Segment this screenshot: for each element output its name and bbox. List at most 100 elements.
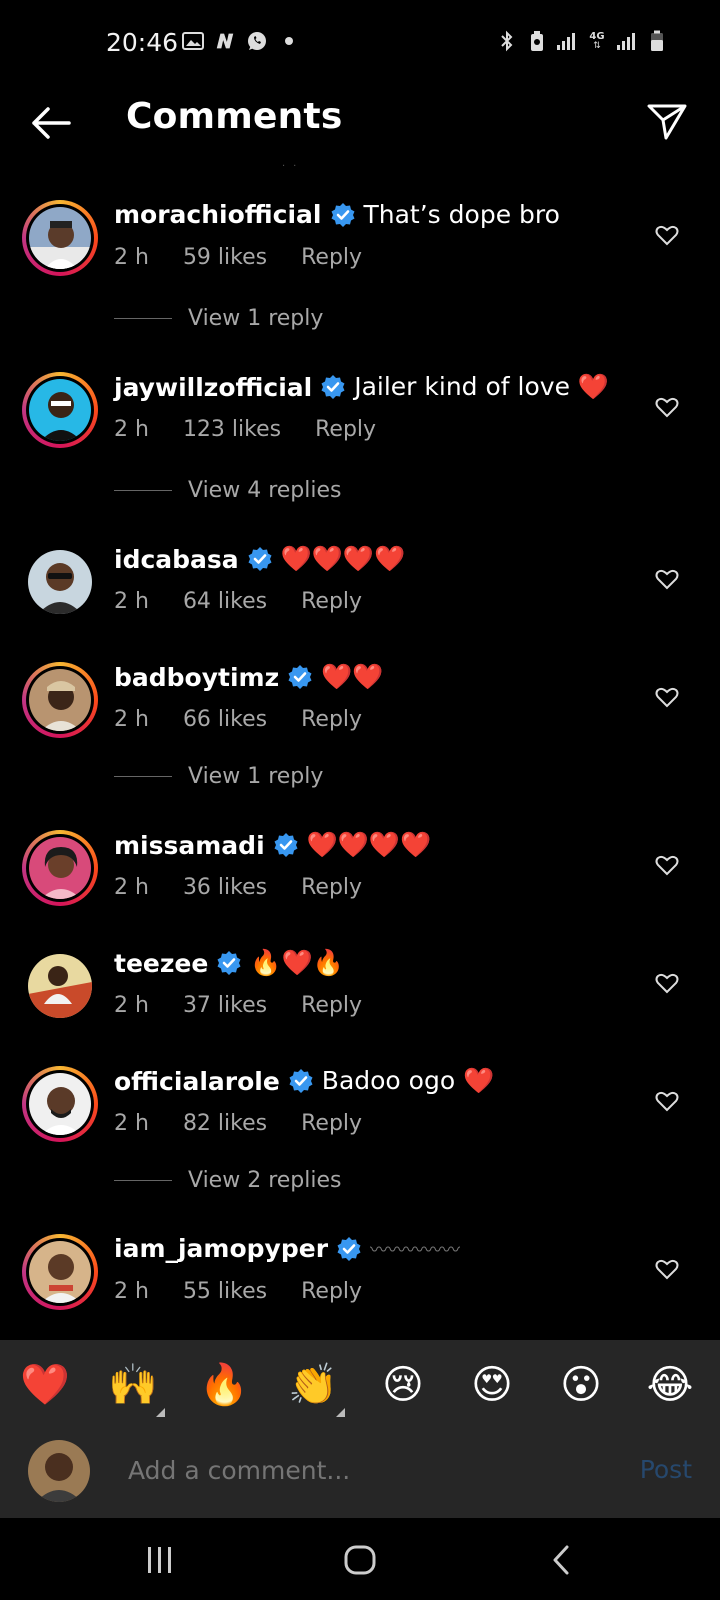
comment-text: Jailer kind of love ❤️ bbox=[354, 372, 610, 401]
comment-time: 2 h bbox=[114, 245, 149, 270]
home-button[interactable] bbox=[338, 1538, 382, 1582]
skin-tone-indicator bbox=[156, 1408, 165, 1417]
heart-outline-icon[interactable] bbox=[654, 222, 680, 248]
heart-outline-icon[interactable] bbox=[654, 566, 680, 592]
heart-outline-icon[interactable] bbox=[654, 852, 680, 878]
emoji-clap[interactable]: 👏 bbox=[288, 1360, 338, 1410]
comment-username[interactable]: iam_jamopyper bbox=[114, 1234, 328, 1263]
comment-username[interactable]: teezee bbox=[114, 949, 208, 978]
gallery-icon bbox=[182, 30, 204, 52]
heart-outline-icon[interactable] bbox=[654, 684, 680, 710]
comment-time: 2 h bbox=[114, 875, 149, 900]
view-replies-button[interactable]: View 4 replies bbox=[114, 475, 414, 505]
comment-username[interactable]: badboytimz bbox=[114, 663, 279, 692]
comment-username[interactable]: jaywillzofficial bbox=[114, 373, 312, 402]
avatar[interactable] bbox=[22, 662, 98, 738]
notification-icons bbox=[182, 30, 300, 52]
reply-button[interactable]: Reply bbox=[301, 589, 362, 614]
avatar[interactable] bbox=[22, 544, 98, 620]
system-icons: 4G ⇅ bbox=[496, 30, 668, 52]
heart-outline-icon[interactable] bbox=[654, 1256, 680, 1282]
chevron-left-icon bbox=[553, 1545, 569, 1575]
comment-text: ❤️❤️❤️❤️ bbox=[280, 544, 406, 573]
reply-button[interactable]: Reply bbox=[301, 1279, 362, 1304]
comment-time: 2 h bbox=[114, 993, 149, 1018]
network-type-icon: 4G ⇅ bbox=[586, 30, 608, 52]
heart-outline-icon[interactable] bbox=[654, 1088, 680, 1114]
comment-username[interactable]: missamadi bbox=[114, 831, 265, 860]
comment-time: 2 h bbox=[114, 1111, 149, 1136]
comment-item: idcabasa ❤️❤️❤️❤️ 2 h 64 likes Reply bbox=[0, 534, 720, 634]
data-arrows-icon: ⇅ bbox=[593, 40, 601, 51]
view-replies-label: View 4 replies bbox=[188, 477, 342, 503]
avatar[interactable] bbox=[22, 372, 98, 448]
emoji-fire[interactable]: 🔥 bbox=[199, 1360, 249, 1410]
view-replies-label: View 1 reply bbox=[188, 305, 324, 331]
heart-outline-icon[interactable] bbox=[654, 394, 680, 420]
comment-likes[interactable]: 55 likes bbox=[183, 1279, 267, 1304]
view-replies-button[interactable]: View 1 reply bbox=[114, 303, 414, 333]
avatar[interactable] bbox=[22, 200, 98, 276]
comment-username[interactable]: idcabasa bbox=[114, 545, 239, 574]
emoji-heart[interactable]: ❤️ bbox=[20, 1360, 70, 1410]
reply-button[interactable]: Reply bbox=[301, 245, 362, 270]
arrow-left-icon bbox=[32, 107, 71, 139]
verified-badge-icon bbox=[288, 665, 312, 689]
emoji-heart-eyes[interactable]: 😍 bbox=[467, 1360, 517, 1410]
status-bar: 20:46 4G ⇅ bbox=[0, 0, 720, 90]
back-nav-button[interactable] bbox=[540, 1538, 584, 1582]
comment-likes[interactable]: 82 likes bbox=[183, 1111, 267, 1136]
my-avatar bbox=[28, 1440, 90, 1502]
verified-badge-icon bbox=[337, 1236, 361, 1261]
comment-likes[interactable]: 66 likes bbox=[183, 707, 267, 732]
post-button[interactable]: Post bbox=[640, 1455, 692, 1484]
comment-likes[interactable]: 64 likes bbox=[183, 589, 267, 614]
comment-likes[interactable]: 123 likes bbox=[183, 417, 281, 442]
share-button[interactable] bbox=[642, 96, 692, 146]
comment-likes[interactable]: 59 likes bbox=[183, 245, 267, 270]
reply-button[interactable]: Reply bbox=[301, 707, 362, 732]
avatar[interactable] bbox=[22, 948, 98, 1024]
reply-button[interactable]: Reply bbox=[315, 417, 376, 442]
view-replies-button[interactable]: View 1 reply bbox=[114, 761, 414, 791]
comment-text: Badoo ogo ❤️ bbox=[321, 1066, 495, 1095]
comment-likes[interactable]: 36 likes bbox=[183, 875, 267, 900]
emoji-cry[interactable]: 😢 bbox=[378, 1360, 428, 1410]
comment-username[interactable]: officialarole bbox=[114, 1067, 280, 1096]
back-button[interactable] bbox=[26, 98, 76, 148]
view-replies-label: View 1 reply bbox=[188, 763, 324, 789]
divider-line bbox=[114, 775, 172, 777]
view-replies-button[interactable]: View 2 replies bbox=[114, 1165, 414, 1195]
heart-outline-icon[interactable] bbox=[654, 970, 680, 996]
divider-line bbox=[114, 317, 172, 319]
comment-item: jaywillzofficial Jailer kind of love ❤️ … bbox=[0, 362, 720, 462]
comment-composer: Post bbox=[0, 1433, 720, 1518]
top-app-bar: Comments bbox=[0, 90, 720, 170]
reply-button[interactable]: Reply bbox=[301, 1111, 362, 1136]
n-app-icon bbox=[214, 30, 236, 52]
whatsapp-icon bbox=[246, 30, 268, 52]
comment-text: That’s dope bro bbox=[363, 200, 560, 229]
emoji-surprised[interactable]: 😮 bbox=[556, 1360, 606, 1410]
avatar[interactable] bbox=[22, 830, 98, 906]
battery-icon bbox=[646, 30, 668, 52]
comment-likes[interactable]: 37 likes bbox=[183, 993, 267, 1018]
bluetooth-icon bbox=[496, 30, 518, 52]
scroll-dots: ·· bbox=[282, 161, 305, 172]
page-title: Comments bbox=[126, 96, 343, 137]
avatar[interactable] bbox=[22, 1234, 98, 1310]
comment-username[interactable]: morachiofficial bbox=[114, 200, 322, 229]
recent-apps-button[interactable] bbox=[138, 1538, 182, 1582]
verified-badge-icon bbox=[248, 547, 272, 571]
reply-button[interactable]: Reply bbox=[301, 993, 362, 1018]
avatar[interactable] bbox=[22, 1066, 98, 1142]
signal-icon-2 bbox=[616, 30, 638, 52]
comment-item: missamadi ❤️❤️❤️❤️ 2 h 36 likes Reply bbox=[0, 820, 720, 920]
home-icon bbox=[344, 1545, 376, 1575]
network-type-label: 4G bbox=[589, 30, 605, 42]
comment-text: ❤️❤️❤️❤️ bbox=[306, 830, 432, 859]
emoji-laugh[interactable]: 😂 bbox=[645, 1360, 695, 1410]
emoji-raised-hands[interactable]: 🙌 bbox=[108, 1360, 158, 1410]
comment-input[interactable] bbox=[126, 1455, 590, 1486]
reply-button[interactable]: Reply bbox=[301, 875, 362, 900]
